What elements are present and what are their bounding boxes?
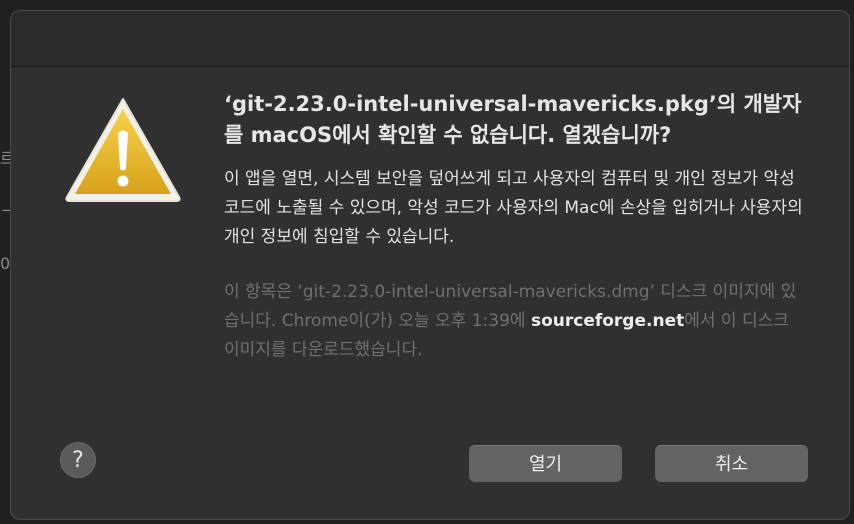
dialog-info: 이 항목은 ‘git-2.23.0-intel-universal-maveri… (224, 278, 809, 365)
open-button[interactable]: 열기 (469, 445, 622, 482)
dialog-title: ‘git-2.23.0-intel-universal-mavericks.pk… (224, 92, 802, 147)
warning-triangle-icon (63, 95, 183, 205)
dialog-message: 이 앱을 열면, 시스템 보안을 덮어쓰게 되고 사용자의 컴퓨터 및 개인 정… (224, 169, 803, 247)
help-button[interactable]: ? (60, 442, 96, 478)
dialog-content: ‘git-2.23.0-intel-universal-mavericks.pk… (224, 89, 809, 365)
security-alert-dialog: ‘git-2.23.0-intel-universal-mavericks.pk… (10, 10, 850, 520)
info-source: sourceforge.net (530, 311, 685, 331)
dialog-titlebar[interactable] (11, 11, 849, 67)
cancel-button[interactable]: 취소 (655, 445, 808, 482)
